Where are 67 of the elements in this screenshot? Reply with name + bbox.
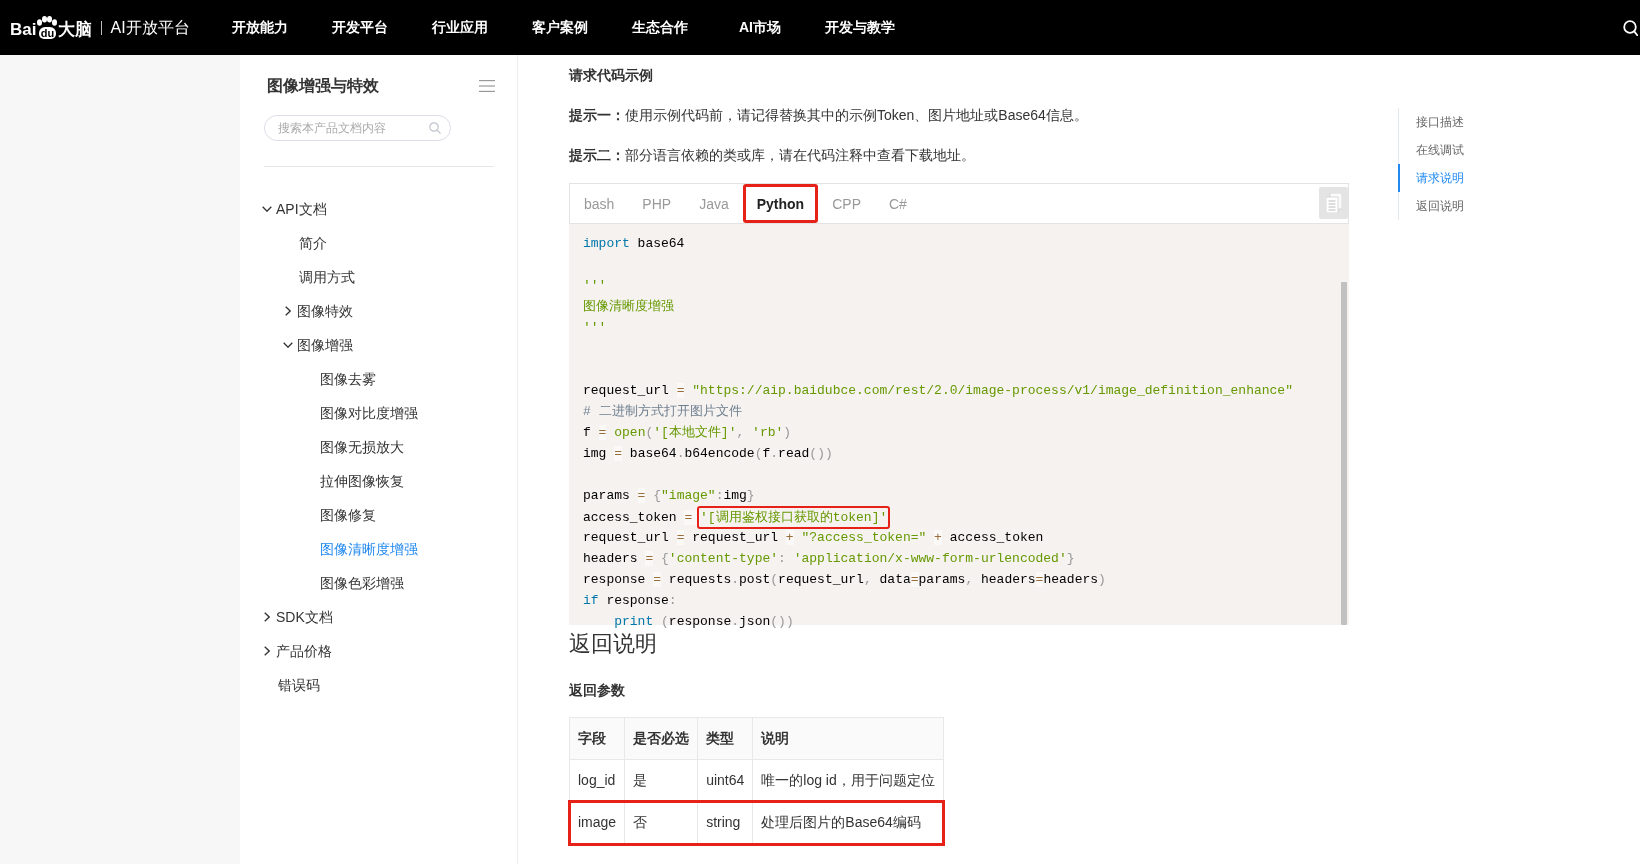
nav-menu-item[interactable]: 生态合作 <box>610 17 710 38</box>
tree-item[interactable]: API文档 <box>276 198 327 220</box>
scrollbar[interactable] <box>1341 282 1347 625</box>
tree-item[interactable]: 调用方式 <box>299 266 355 288</box>
chevron-right-icon[interactable] <box>285 306 291 316</box>
code-line: ''' <box>583 277 607 295</box>
search-icon <box>429 122 441 134</box>
tree-item[interactable]: 图像增强 <box>297 334 353 356</box>
code-line: ''' <box>583 319 607 337</box>
nav-menu-item[interactable]: 开发与教学 <box>810 17 910 38</box>
code-line: headers = {'content-type': 'application/x-www-form-urlencoded'} <box>583 550 1075 568</box>
chevron-right-icon[interactable] <box>264 612 270 622</box>
search-icon[interactable] <box>1623 19 1638 36</box>
platform-title[interactable]: AI开放平台 <box>110 15 190 40</box>
tree-item[interactable]: 简介 <box>299 232 327 254</box>
chevron-right-icon[interactable] <box>264 646 270 656</box>
subsection-title: 返回参数 <box>569 681 626 700</box>
column-header: 类型 <box>697 717 753 760</box>
highlighted-code-string: '[调用鉴权接口获取的token]' <box>697 506 891 529</box>
section-title: 请求代码示例 <box>569 66 654 85</box>
table-cell: log_id <box>569 759 625 802</box>
tree-item[interactable]: 图像无损放大 <box>320 436 404 458</box>
code-line: if response: <box>583 592 677 610</box>
nav-menu-item[interactable]: 开放能力 <box>210 17 310 38</box>
tip-text: 提示二：部分语言依赖的类或库，请在代码注释中查看下载地址。 <box>569 146 976 165</box>
code-line: params = {"image":img} <box>583 487 755 505</box>
code-line: request_url = "https://aip.baidubce.com/rest/2.0/image-process/v1/image_definition_enhance" <box>583 382 1293 400</box>
section-heading: 返回说明 <box>569 630 658 658</box>
tree-item[interactable]: 产品价格 <box>276 640 332 662</box>
code-line: request_url = request_url + "?access_token=" + access_token <box>583 529 1044 547</box>
code-line: 图像清晰度增强 <box>583 298 674 316</box>
tree-item[interactable]: 图像清晰度增强 <box>320 538 418 560</box>
tree-item[interactable]: 图像对比度增强 <box>320 402 418 424</box>
toc-link[interactable]: 在线调试 <box>1398 136 1464 164</box>
tree-item[interactable]: SDK文档 <box>276 606 333 628</box>
tree-item[interactable]: 图像去雾 <box>320 368 376 390</box>
code-line: img = base64.b64encode(f.read()) <box>583 445 833 463</box>
code-line: # 二进制方式打开图片文件 <box>583 403 742 421</box>
tree-item[interactable]: 错误码 <box>278 674 320 696</box>
chevron-down-icon[interactable] <box>262 206 272 212</box>
document-icon <box>1325 193 1342 213</box>
sidebar-title: 图像增强与特效 <box>266 76 379 96</box>
code-line: response = requests.post(request_url, data=params, headers=headers) <box>583 571 1106 589</box>
code-line: f = open('[本地文件]', 'rb') <box>583 424 792 442</box>
column-header: 字段 <box>569 717 625 760</box>
nav-menu-item[interactable]: AI市场 <box>710 17 810 38</box>
column-header: 是否必选 <box>624 717 698 760</box>
paw-icon <box>37 15 58 26</box>
toc-link[interactable]: 请求说明 <box>1398 164 1464 192</box>
column-header: 说明 <box>752 717 944 760</box>
toc-link[interactable]: 接口描述 <box>1398 108 1464 136</box>
nav-menu-item[interactable]: 行业应用 <box>410 17 510 38</box>
toc-link[interactable]: 返回说明 <box>1398 192 1464 220</box>
search-field[interactable]: 搜索本产品文档内容 <box>264 115 451 141</box>
language-tab[interactable]: Python <box>742 184 819 223</box>
code-line: print (response.json()) <box>613 613 794 631</box>
tree-item[interactable]: 图像色彩增强 <box>320 572 404 594</box>
tree-item[interactable]: 图像修复 <box>320 504 376 526</box>
tree-item[interactable]: 拉伸图像恢复 <box>320 470 404 492</box>
code-line: import base64 <box>583 235 685 253</box>
chevron-down-icon[interactable] <box>283 342 293 348</box>
menu-icon[interactable] <box>479 80 495 92</box>
tip-text: 提示一：使用示例代码前，请记得替换其中的示例Token、图片地址或Base64信息。 <box>569 106 1089 125</box>
tree-item[interactable]: 图像特效 <box>297 300 353 322</box>
nav-menu-item[interactable]: 客户案例 <box>510 17 610 38</box>
baidu-logo[interactable]: Bai du 大脑 <box>10 15 93 40</box>
nav-menu-item[interactable]: 开发平台 <box>310 17 410 38</box>
